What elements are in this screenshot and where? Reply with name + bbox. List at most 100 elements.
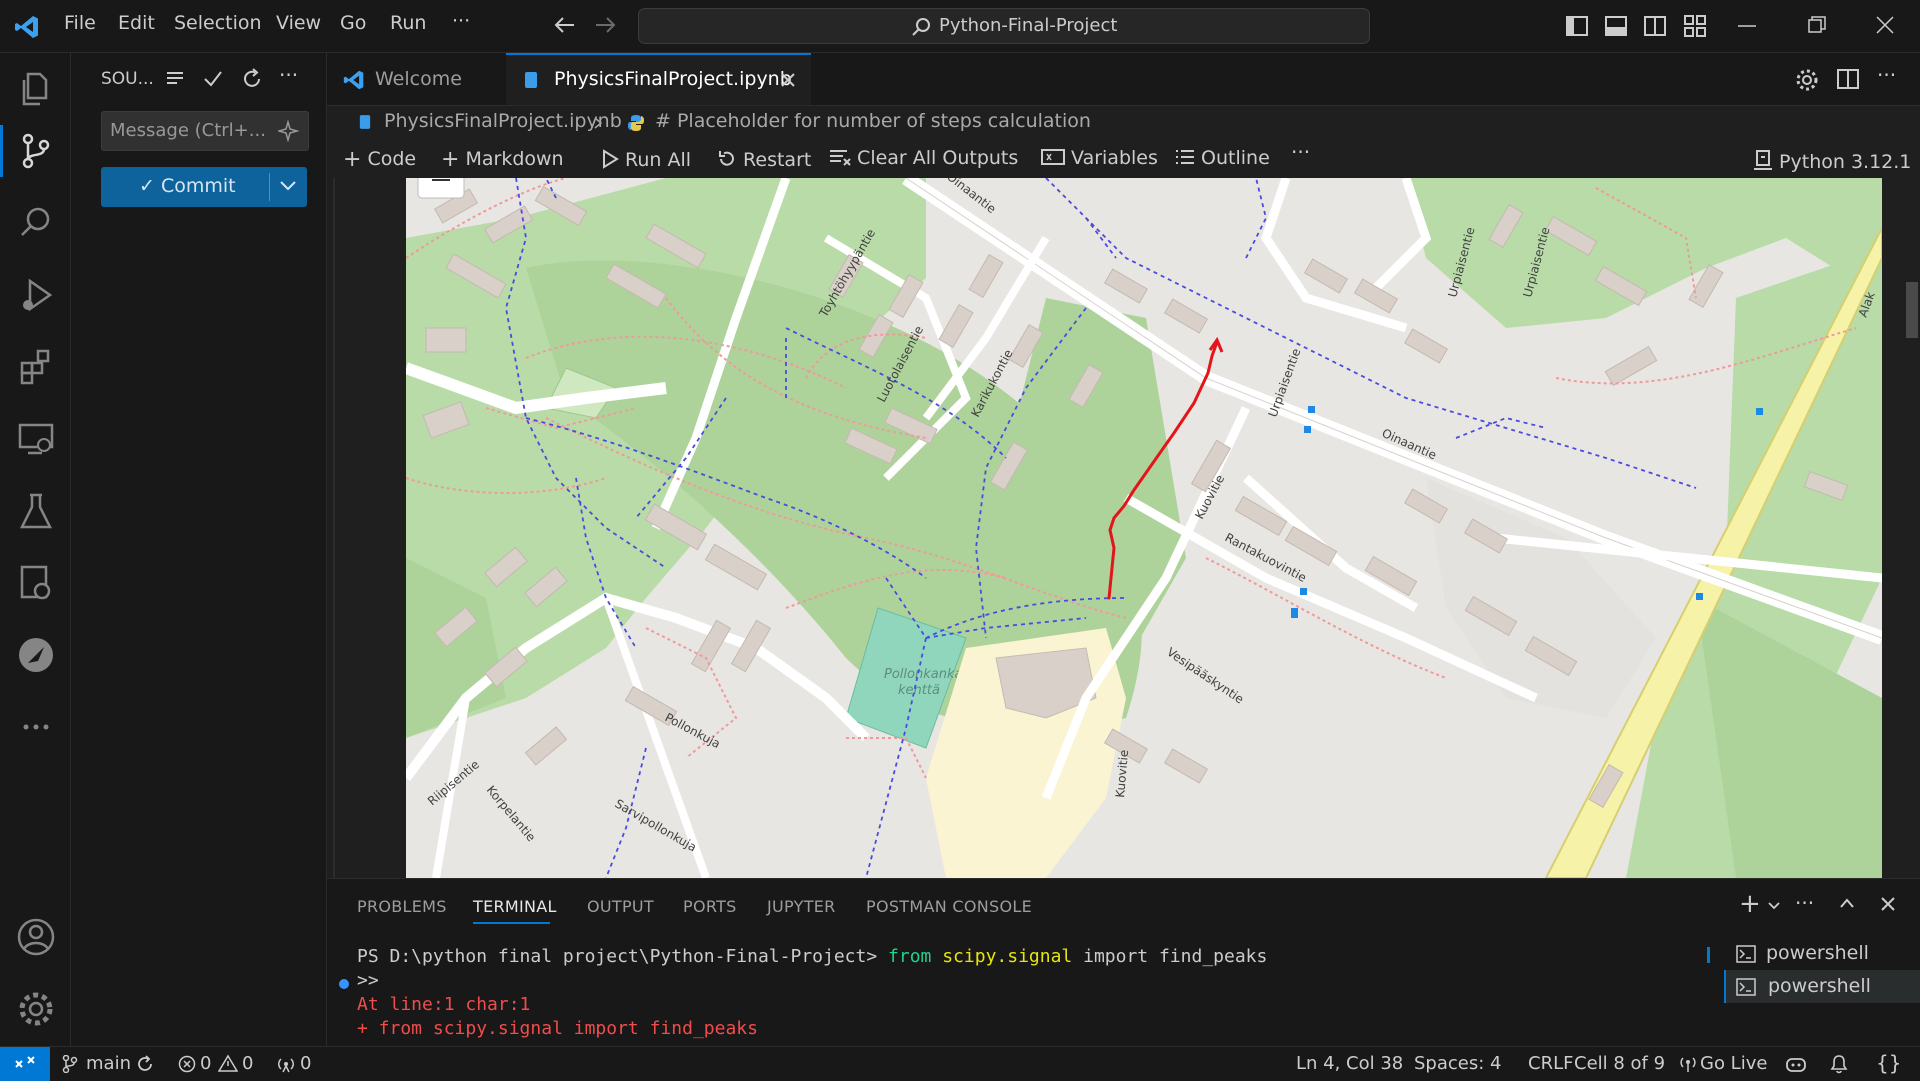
clear-all-outputs-button[interactable]: Clear All Outputs [829, 146, 1018, 169]
ports-count[interactable]: 0 [300, 1053, 311, 1074]
commit-check-icon[interactable] [203, 69, 223, 89]
notebook-toolbar: + Code + Markdown Run All Restart Clear … [327, 140, 1920, 179]
tab-physics-notebook[interactable]: PhysicsFinalProject.ipynb [506, 53, 811, 105]
terminal-list-item[interactable]: powershell [1724, 937, 1920, 970]
menu-go[interactable]: Go [340, 12, 366, 34]
postman-collections-icon[interactable] [14, 561, 58, 605]
new-terminal-plus-icon[interactable]: + [1739, 889, 1761, 919]
sparkle-icon[interactable] [278, 120, 300, 142]
postman-icon[interactable] [14, 633, 58, 677]
breadcrumb-cell[interactable]: # Placeholder for number of steps calcul… [655, 110, 1091, 132]
terminal-list: powershell powershell [1724, 937, 1920, 1003]
commit-message-input[interactable]: Message (Ctrl+... [101, 111, 309, 151]
warning-count[interactable]: 0 [242, 1053, 253, 1074]
testing-icon[interactable] [14, 489, 58, 533]
split-editor-icon[interactable] [1837, 69, 1859, 89]
commit-button[interactable]: ✓ Commit [101, 167, 307, 207]
tab-terminal[interactable]: TERMINAL [473, 897, 557, 916]
cell-indicator[interactable]: Cell 8 of 9 [1574, 1053, 1665, 1074]
end-of-line[interactable]: CRLF [1528, 1053, 1573, 1074]
commit-divider [269, 173, 270, 201]
sync-icon[interactable] [136, 1055, 154, 1073]
cell-gutter [333, 178, 335, 878]
refresh-icon[interactable] [241, 68, 263, 90]
run-all-label: Run All [625, 149, 692, 171]
remote-explorer-icon[interactable] [14, 417, 58, 461]
error-count[interactable]: 0 [200, 1053, 211, 1074]
accounts-icon[interactable] [14, 915, 58, 959]
toolbar-more-icon[interactable]: ··· [1291, 140, 1310, 164]
tab-welcome-label: Welcome [375, 68, 462, 90]
bus-stop-icon [1300, 588, 1307, 595]
run-all-button[interactable]: Run All [601, 146, 691, 171]
tab-welcome[interactable]: Welcome [327, 53, 505, 105]
command-center-search[interactable]: Python-Final-Project [638, 8, 1370, 44]
branch-name[interactable]: main [86, 1053, 131, 1074]
menu-file[interactable]: File [64, 12, 96, 34]
menu-edit[interactable]: Edit [118, 12, 155, 34]
terminal-name: powershell [1766, 942, 1869, 964]
manage-gear-icon[interactable] [14, 987, 58, 1031]
tab-jupyter[interactable]: JUPYTER [767, 897, 836, 916]
terminal-prompt: PS D:\python final project\Python-Final-… [357, 946, 878, 967]
restart-button[interactable]: Restart [717, 146, 811, 171]
terminal-output[interactable]: PS D:\python final project\Python-Final-… [357, 945, 1267, 1041]
search-view-icon[interactable] [14, 201, 58, 245]
copilot-icon[interactable] [1785, 1054, 1807, 1074]
close-panel-icon[interactable] [1881, 897, 1895, 911]
map-canvas[interactable]: Pollonkankaan kenttä Oinaantie Oinaantie… [406, 178, 1882, 878]
view-as-list-icon[interactable] [165, 69, 185, 89]
toggle-primary-sidebar-icon[interactable] [1566, 16, 1588, 36]
tab-output[interactable]: OUTPUT [587, 897, 654, 916]
menu-selection[interactable]: Selection [174, 12, 262, 34]
more-views-icon[interactable] [14, 705, 58, 749]
notebook-scrollbar-thumb[interactable] [1906, 282, 1918, 338]
outline-button[interactable]: Outline [1175, 146, 1270, 169]
breadcrumb-file[interactable]: PhysicsFinalProject.ipynb [384, 110, 622, 132]
panel-more-icon[interactable]: ··· [1795, 891, 1814, 915]
remote-indicator[interactable] [0, 1047, 50, 1081]
editor-more-icon[interactable]: ··· [1877, 63, 1896, 87]
add-code-cell-button[interactable]: + Code [343, 146, 416, 172]
tab-postman-console[interactable]: POSTMAN CONSOLE [866, 897, 1032, 916]
close-window-icon[interactable] [1876, 16, 1894, 34]
sidebar-more-icon[interactable]: ··· [279, 63, 298, 87]
go-live[interactable]: Go Live [1700, 1053, 1767, 1074]
add-markdown-cell-button[interactable]: + Markdown [441, 146, 564, 172]
source-control-icon[interactable] [14, 129, 58, 173]
clear-outputs-icon [830, 150, 851, 166]
indentation[interactable]: Spaces: 4 [1414, 1053, 1501, 1074]
chevron-down-icon[interactable] [279, 179, 297, 193]
add-markdown-label: Markdown [465, 148, 564, 170]
explorer-icon[interactable] [14, 66, 58, 110]
toggle-panel-icon[interactable] [1605, 16, 1627, 36]
map-output[interactable]: Pollonkankaan kenttä Oinaantie Oinaantie… [406, 178, 1882, 878]
restore-icon[interactable] [1808, 16, 1826, 34]
run-debug-icon[interactable] [14, 273, 58, 317]
kernel-picker[interactable]: Python 3.12.1 [1753, 146, 1911, 173]
menu-more[interactable]: ··· [452, 10, 470, 32]
tab-ports[interactable]: PORTS [683, 897, 737, 916]
terminal-list-item-active[interactable]: powershell [1724, 970, 1920, 1003]
menu-run[interactable]: Run [390, 12, 426, 34]
extensions-icon[interactable] [14, 345, 58, 389]
notifications-bell-icon[interactable] [1830, 1054, 1848, 1074]
plus-icon: + [343, 147, 362, 172]
menu-view[interactable]: View [276, 12, 321, 34]
notebook-settings-gear-icon[interactable] [1795, 68, 1819, 92]
tab-problems[interactable]: PROBLEMS [357, 897, 447, 916]
close-tab-icon[interactable] [780, 72, 796, 88]
minimize-icon[interactable] [1738, 24, 1756, 28]
toggle-secondary-sidebar-icon[interactable] [1644, 16, 1666, 36]
customize-layout-icon[interactable] [1684, 15, 1706, 37]
back-arrow-icon[interactable] [554, 16, 576, 34]
notebook-file-icon [359, 115, 371, 129]
json-braces-icon[interactable]: {} [1876, 1051, 1901, 1075]
forward-arrow-icon[interactable] [594, 16, 616, 34]
maximize-panel-chevron-up-icon[interactable] [1839, 897, 1855, 909]
cursor-position[interactable]: Ln 4, Col 38 [1296, 1053, 1403, 1074]
bus-stop-icon [1696, 593, 1703, 600]
variables-button[interactable]: Variables [1041, 146, 1158, 169]
chevron-down-icon[interactable] [1767, 901, 1781, 911]
remote-icon [15, 1056, 35, 1068]
